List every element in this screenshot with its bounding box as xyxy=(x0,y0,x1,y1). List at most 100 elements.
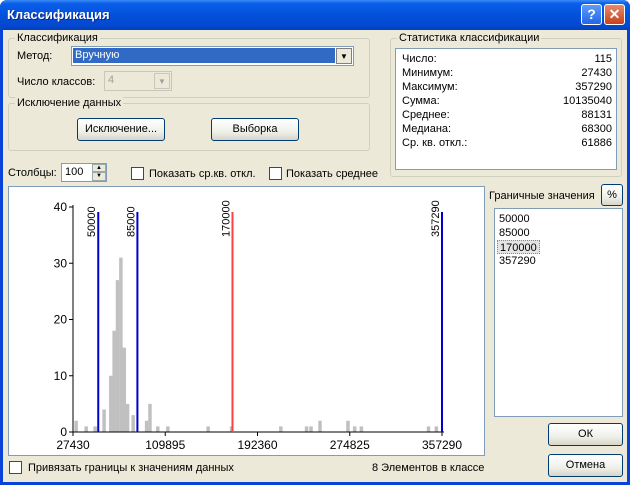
show-std-label: Показать ср.кв. откл. xyxy=(149,168,256,180)
break-value-item[interactable]: 85000 xyxy=(497,226,532,240)
x-tick-label: 27430 xyxy=(56,438,90,452)
class-count-text: 8 Элементов в классе xyxy=(372,462,485,474)
columns-label: Столбцы: xyxy=(8,167,57,179)
histogram-bar xyxy=(131,415,135,432)
exclusion-group: Исключение данных xyxy=(8,97,370,151)
histogram-bar xyxy=(84,426,88,432)
stats-row: Медиана: 68300 xyxy=(402,123,612,138)
stats-row: Максимум: 357290 xyxy=(402,81,612,96)
histogram-bar xyxy=(359,426,364,432)
method-value: Вручную xyxy=(73,48,335,63)
show-mean-label: Показать среднее xyxy=(286,168,379,180)
chevron-down-icon[interactable]: ▼ xyxy=(336,48,352,64)
show-mean-checkbox[interactable] xyxy=(269,167,282,180)
window-title: Классификация xyxy=(7,7,110,22)
x-tick-label: 109895 xyxy=(145,438,185,452)
x-tick-label: 357290 xyxy=(422,438,462,452)
histogram-bar xyxy=(166,426,170,432)
stats-value: 61886 xyxy=(581,137,612,149)
classification-group-title: Классификация xyxy=(15,32,100,44)
break-line-label: 85000 xyxy=(125,206,137,237)
method-dropdown[interactable]: Вручную ▼ xyxy=(71,46,354,66)
num-classes-value: 4 xyxy=(108,74,115,86)
percent-button[interactable]: % xyxy=(601,184,623,206)
break-line-label: 170000 xyxy=(220,200,232,237)
histogram-plot[interactable]: 0 10 20 30 40 27430 109895 192360 274825 357290 50… xyxy=(8,186,485,456)
histogram-bar xyxy=(352,426,357,432)
histogram-bar xyxy=(318,420,322,432)
histogram-bar xyxy=(279,426,283,432)
histogram-bar xyxy=(109,375,113,432)
title-bar[interactable]: Классификация ? ✕ xyxy=(0,0,630,30)
break-value-item[interactable]: 357290 xyxy=(497,254,538,268)
y-tick-label: 30 xyxy=(54,256,68,270)
histogram-bar xyxy=(426,426,431,432)
stats-value: 68300 xyxy=(581,123,612,135)
histogram-chart[interactable]: 0 10 20 30 40 27430 109895 192360 274825 357290 50… xyxy=(9,187,484,455)
x-tick-label: 274825 xyxy=(330,438,370,452)
close-button[interactable]: ✕ xyxy=(604,4,625,25)
stats-row: Среднее: 88131 xyxy=(402,109,612,124)
columns-value: 100 xyxy=(65,166,84,178)
stats-label: Минимум: xyxy=(402,67,454,79)
stats-row: Минимум: 27430 xyxy=(402,67,612,82)
columns-spinner[interactable]: 100 ▲ ▼ xyxy=(61,163,107,182)
stats-value: 88131 xyxy=(581,109,612,121)
y-tick-label: 20 xyxy=(54,313,68,327)
num-classes-label: Число классов: xyxy=(17,76,96,88)
y-tick-label: 40 xyxy=(54,200,68,214)
stats-panel: Число: 115 Минимум: 27430 Максимум: 357290 … xyxy=(395,48,617,170)
histogram-bar xyxy=(144,420,149,432)
stats-value: 10135040 xyxy=(563,95,612,107)
help-button[interactable]: ? xyxy=(581,4,602,25)
spin-down-icon[interactable]: ▼ xyxy=(92,172,106,181)
stats-row: Ср. кв. откл.: 61886 xyxy=(402,137,612,152)
break-value-item[interactable]: 50000 xyxy=(497,212,532,226)
ok-button[interactable]: ОК xyxy=(548,423,623,446)
method-label: Метод: xyxy=(17,50,53,62)
spin-up-icon[interactable]: ▲ xyxy=(92,164,106,172)
stats-label: Максимум: xyxy=(402,81,458,93)
histogram-bar xyxy=(346,420,350,432)
histogram-bar xyxy=(122,347,126,432)
breaks-header: Граничные значения xyxy=(489,190,595,202)
stats-label: Среднее: xyxy=(402,109,450,121)
stats-value: 27430 xyxy=(581,67,612,79)
histogram-bar xyxy=(434,426,439,432)
stats-label: Ср. кв. откл.: xyxy=(402,137,468,149)
snap-checkbox[interactable] xyxy=(9,461,22,474)
sample-button[interactable]: Выборка xyxy=(211,118,299,141)
dialog-window: Классификация ? ✕ Классификация Метод: В… xyxy=(0,0,630,485)
show-std-checkbox[interactable] xyxy=(131,167,144,180)
histogram-bar xyxy=(119,257,123,432)
y-tick-label: 10 xyxy=(54,369,68,383)
stats-row: Сумма: 10135040 xyxy=(402,95,612,110)
histogram-bar xyxy=(206,426,210,432)
histogram-bar xyxy=(156,426,160,432)
exclusion-group-title: Исключение данных xyxy=(15,97,124,109)
histogram-bar xyxy=(304,426,309,432)
stats-value: 357290 xyxy=(575,81,612,93)
histogram-bar xyxy=(74,420,78,432)
num-classes-dropdown[interactable]: 4 ▼ xyxy=(104,71,172,91)
breaks-list[interactable]: 50000 85000 170000 357290 xyxy=(494,208,623,417)
stats-label: Сумма: xyxy=(402,95,440,107)
cancel-button[interactable]: Отмена xyxy=(548,454,623,477)
stats-label: Число: xyxy=(402,53,437,65)
x-tick-label: 192360 xyxy=(237,438,277,452)
histogram-bar xyxy=(112,330,116,432)
break-value-item-selected[interactable]: 170000 xyxy=(497,240,540,254)
stats-group-title: Статистика классификации xyxy=(397,32,542,44)
y-tick-label: 0 xyxy=(60,425,67,439)
histogram-bar xyxy=(309,426,313,432)
chevron-down-icon[interactable]: ▼ xyxy=(154,73,170,89)
stats-label: Медиана: xyxy=(402,123,452,135)
histogram-bar xyxy=(93,426,97,432)
dialog-client: Классификация Метод: Вручную ▼ Число кла… xyxy=(3,30,627,482)
stats-value: 115 xyxy=(594,53,612,65)
exclusion-button[interactable]: Исключение... xyxy=(77,118,165,141)
histogram-bar xyxy=(148,403,152,432)
break-line-label: 357290 xyxy=(430,200,442,237)
histogram-bar xyxy=(125,403,130,432)
break-line-label: 50000 xyxy=(86,206,98,237)
